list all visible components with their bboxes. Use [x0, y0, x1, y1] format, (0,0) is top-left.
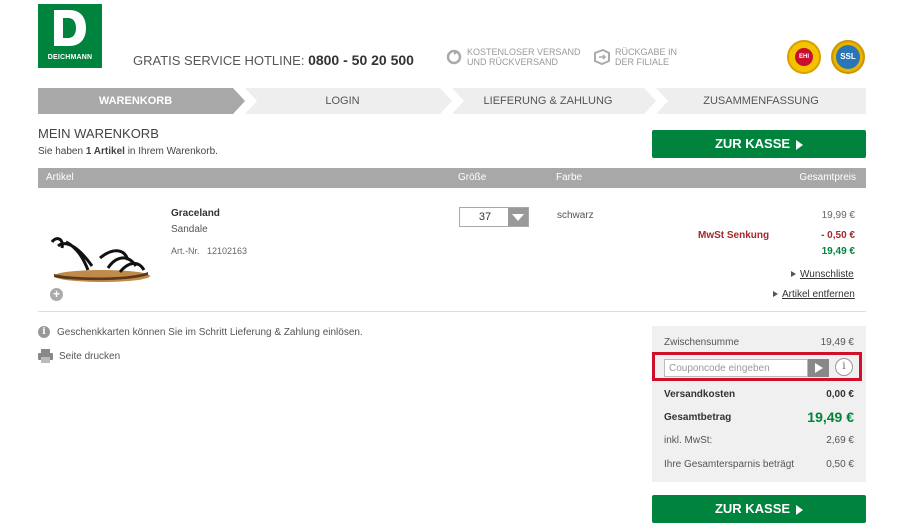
total-value: 19,49 €	[807, 409, 854, 425]
cart-sub-post: in Ihrem Warenkorb.	[124, 146, 218, 157]
checkout-button-bottom[interactable]: ZUR KASSE	[652, 495, 866, 523]
discount-amount: - 0,50 €	[821, 230, 855, 241]
free-shipping-line1: KOSTENLOSER VERSAND	[467, 47, 581, 57]
step-arrow	[644, 88, 656, 114]
chevron-down-icon	[512, 214, 524, 221]
product-type: Sandale	[171, 224, 208, 235]
savings-row: Ihre Gesamtersparnis beträgt 0,50 €	[664, 459, 854, 470]
coupon-input[interactable]	[664, 359, 808, 377]
discount-label: MwSt Senkung	[698, 230, 770, 241]
step-lieferung-zahlung[interactable]: LIEFERUNG & ZAHLUNG	[452, 88, 644, 114]
step-separator	[245, 88, 257, 114]
step-arrow	[233, 88, 245, 114]
coupon-info-icon[interactable]: i	[835, 358, 853, 376]
ehi-seal-label: EHI	[795, 48, 813, 66]
col-total: Gesamtpreis	[799, 172, 856, 183]
cart-item-count-text: Sie haben 1 Artikel in Ihrem Warenkorb.	[38, 146, 218, 157]
ssl-seal[interactable]: SSL	[831, 40, 865, 74]
product-name[interactable]: Graceland	[171, 208, 220, 219]
logo-brand-text: DEICHMANN	[47, 54, 93, 61]
product-article-number: Art.-Nr. 12102163	[171, 246, 247, 256]
hotline-number: 0800 - 50 20 500	[308, 52, 414, 68]
subtotal-label: Zwischensumme	[664, 337, 740, 348]
cart-table-header: Artikel Größe Farbe Gesamtpreis	[38, 168, 866, 188]
step-separator	[656, 88, 668, 114]
play-arrow-icon	[796, 139, 804, 150]
info-icon: i	[38, 326, 50, 338]
total-row: Gesamtbetrag 19,49 €	[664, 409, 854, 425]
store-return-line1: RÜCKGABE IN	[615, 47, 678, 57]
vat-label: inkl. MwSt:	[664, 435, 713, 446]
deichmann-logo[interactable]: DEICHMANN	[38, 4, 102, 68]
shipping-label: Versandkosten	[664, 389, 736, 400]
shipping-value: 0,00 €	[826, 389, 854, 400]
return-arrows-icon	[446, 49, 462, 65]
shipping-row: Versandkosten 0,00 €	[664, 389, 854, 400]
price-original: 19,99 €	[821, 210, 855, 221]
checkout-label: ZUR KASSE	[714, 501, 791, 516]
vat-value: 2,69 €	[826, 435, 854, 446]
play-arrow-icon	[796, 504, 804, 515]
step-login[interactable]: LOGIN	[245, 88, 440, 114]
coupon-section: i	[652, 352, 862, 381]
triangle-right-icon	[773, 291, 778, 298]
triangle-right-icon	[791, 271, 796, 278]
store-return-icon	[594, 49, 610, 65]
cart-sub-count: 1 Artikel	[85, 146, 125, 157]
product-image[interactable]	[48, 232, 152, 284]
store-return-line2: DER FILIALE	[615, 57, 670, 67]
product-color: schwarz	[557, 210, 594, 221]
checkout-label: ZUR KASSE	[714, 136, 791, 151]
subtotal-row: Zwischensumme 19,49 €	[664, 337, 854, 348]
gift-card-info: Geschenkkarten können Sie im Schritt Lie…	[57, 327, 363, 338]
step-separator	[452, 88, 464, 114]
checkout-button-top[interactable]: ZUR KASSE	[652, 130, 866, 158]
col-article: Artikel	[46, 172, 74, 183]
play-arrow-icon	[815, 363, 823, 373]
size-value: 37	[478, 211, 492, 223]
hotline-label: GRATIS SERVICE HOTLINE:	[133, 53, 305, 68]
free-shipping-info: KOSTENLOSER VERSAND UND RÜCKVERSAND	[446, 47, 581, 67]
free-shipping-line2: UND RÜCKVERSAND	[467, 57, 559, 67]
col-color: Farbe	[556, 172, 583, 183]
order-summary: Zwischensumme 19,49 € Versandkosten 0,00…	[652, 326, 866, 482]
remove-item-label: Artikel entfernen	[782, 289, 855, 300]
remove-item-link[interactable]: Artikel entfernen	[773, 289, 855, 300]
size-select[interactable]: 37	[459, 207, 529, 227]
page-title: MEIN WARENKORB	[38, 126, 159, 141]
savings-label: Ihre Gesamtersparnis beträgt	[664, 459, 795, 470]
print-page-link[interactable]: Seite drucken	[59, 351, 120, 362]
step-zusammenfassung[interactable]: ZUSAMMENFASSUNG	[656, 88, 866, 114]
savings-value: 0,50 €	[826, 459, 854, 470]
ehi-seal[interactable]: EHI	[787, 40, 821, 74]
vat-row: inkl. MwSt: 2,69 €	[664, 435, 854, 446]
artnr-value: 12102163	[207, 246, 248, 256]
col-size: Größe	[458, 172, 487, 183]
checkout-steps: WARENKORB LOGIN LIEFERUNG & ZAHLUNG ZUSA…	[38, 88, 866, 114]
row-divider	[38, 311, 866, 312]
step-arrow	[440, 88, 452, 114]
artnr-label: Art.-Nr.	[171, 246, 200, 256]
logo-d-icon	[54, 10, 86, 46]
store-return-info: RÜCKGABE IN DER FILIALE	[594, 47, 677, 67]
cart-sub-pre: Sie haben	[38, 146, 86, 157]
total-label: Gesamtbetrag	[664, 412, 732, 423]
printer-icon[interactable]	[38, 349, 53, 363]
subtotal-value: 19,49 €	[820, 337, 854, 348]
price-final: 19,49 €	[821, 246, 855, 257]
wishlist-label: Wunschliste	[800, 269, 854, 280]
ssl-seal-label: SSL	[836, 45, 860, 69]
size-dropdown-button[interactable]	[508, 208, 528, 226]
coupon-submit-button[interactable]	[808, 359, 829, 377]
service-hotline: GRATIS SERVICE HOTLINE: 0800 - 50 20 500	[133, 52, 414, 68]
step-warenkorb[interactable]: WARENKORB	[38, 88, 233, 114]
zoom-plus-icon[interactable]: +	[50, 288, 63, 301]
wishlist-link[interactable]: Wunschliste	[791, 269, 854, 280]
